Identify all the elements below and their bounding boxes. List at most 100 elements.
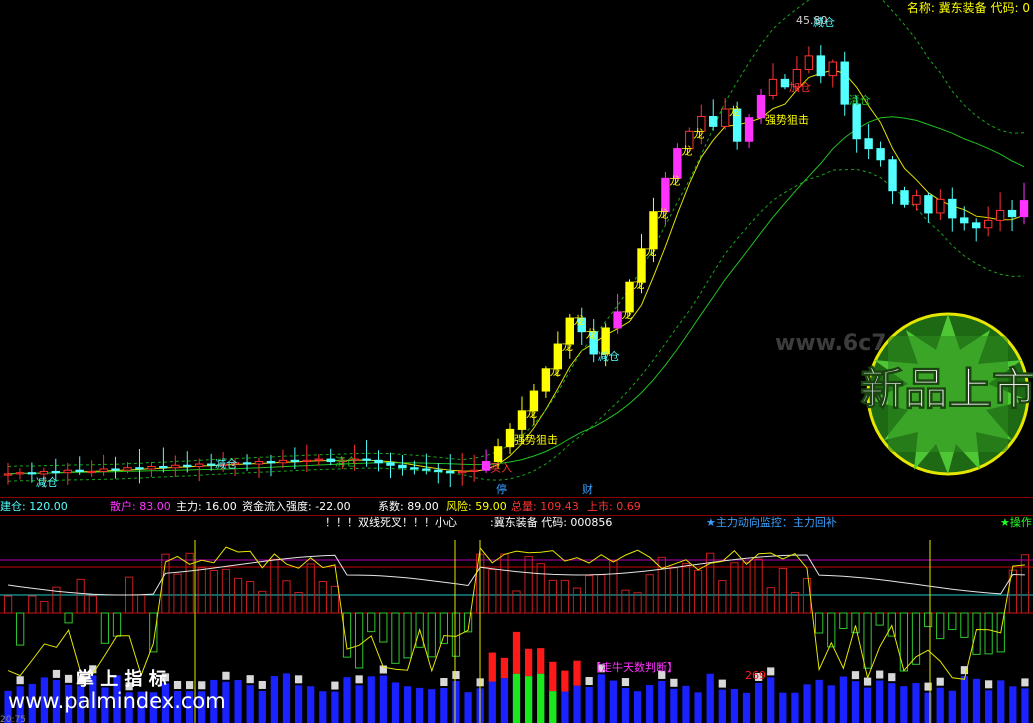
candle-body [876,148,885,161]
volume-bar [561,691,569,723]
volume-bar [815,679,823,723]
dragon-label: 龙 [550,365,561,378]
candle-body [493,446,503,463]
reference-lines [0,559,1033,614]
volume-bar [307,686,315,723]
warning-text: ！！！双线死叉！！！小心 [325,516,457,529]
oscillator-bar-up [802,578,812,614]
volume-bar [767,677,775,723]
candle-body [469,469,479,472]
volume-bar [888,683,896,723]
volume-cap [888,673,896,682]
candle-body [386,462,395,466]
volume-cap [331,681,339,690]
oscillator-bar-up [40,600,49,614]
candle-body [434,469,443,472]
volume-cap [16,676,24,685]
clear-label: 清仓 [849,93,871,107]
volume-bar [936,687,944,723]
volume-bar [646,685,654,723]
candlestick-chart: 龙龙龙龙龙龙龙龙龙龙龙龙龙强势狙击强势狙击买入减仓减仓 清仓减仓清仓加仓减仓停财 … [3,0,1033,496]
volume-bar [452,681,460,723]
volume-bar [670,688,678,723]
oscillator-bar-down [839,612,848,629]
indicator-title-row: ！！！双线死叉！！！小心 :冀东装备 代码: 000856 ★主力动向监控：主力… [0,515,1033,531]
volume-bar [924,692,932,723]
candle-body [888,159,897,192]
volume-bar [609,680,617,723]
candle-body [1007,209,1017,218]
volume-cap [246,675,254,684]
oscillator-bar-down [149,612,158,653]
reduce-label: 减仓 [36,475,58,489]
candle-body [948,198,957,219]
volume-bar [851,681,860,723]
sanhu-value: 散户: 83.00 [110,500,171,513]
candle-body [816,55,826,77]
candle-body [924,195,933,214]
volume-bar [234,679,242,723]
oscillator-bar-up [209,569,218,614]
dragon-label: 龙 [693,127,704,140]
volume-bar [294,685,303,723]
oscillator-bar-up [488,569,497,614]
judge-label: 【走牛天数判断】 [590,660,678,674]
candle-body [111,468,120,471]
volume-bar [754,682,763,723]
candle-body [410,467,419,470]
volume-bar [367,676,375,723]
volume-spike-bar [549,661,557,692]
volume-cap [186,681,194,690]
volume-bar [440,688,448,723]
candle-body [147,466,156,470]
oscillator-bar-up [730,562,739,614]
volume-spike-bar [500,657,509,679]
candle-body [254,461,264,465]
volume-bar [791,692,799,723]
volume-spike-bar [537,648,545,674]
volume-bar [948,690,956,723]
add-label: 加仓 [789,80,811,94]
volume-cap [936,677,944,686]
oscillator-bar-down [875,612,884,626]
candle-body [27,472,37,475]
candle-body [75,469,84,472]
candle-body [314,458,323,461]
candle-body [828,61,837,77]
volume-spike-bar [573,660,581,686]
volume-spike-bar [524,648,533,677]
oscillator-bar-up [282,580,291,614]
candle-body [744,117,754,142]
candle-body [159,466,168,469]
volume-cap [851,671,860,680]
candle-body [995,209,1005,221]
monitor-text: ★主力动向监控：主力回补 [706,516,837,529]
volume-bar [621,688,630,723]
stock-name-label: 名称: 冀东装备 代码: 0 [907,0,1030,15]
oscillator-bar-up [306,563,315,614]
oscillator-bar-up [609,560,618,614]
candle-body [804,55,814,70]
dragon-label: 龙 [574,314,585,327]
oscillator-bar-up [693,569,703,614]
candle-body [290,459,300,463]
candle-body [15,472,25,475]
volume-spike-bar [512,631,521,674]
candle-body [517,410,527,430]
candle-body [852,103,861,140]
dragon-label: 龙 [526,407,537,420]
volume-cap [294,675,303,684]
volume-spike-bar [561,670,569,692]
reduce-label: 减仓 [598,349,620,363]
buy-label: 买入 [490,462,512,475]
volume-cap [173,680,182,689]
volume-bar [379,675,387,723]
oscillator-bar-down [403,612,412,659]
oscillator-bar-up [28,595,37,614]
volume-bar [633,691,642,723]
dragon-label: 龙 [562,340,573,353]
volume-cap [876,670,884,679]
oscillator-bar-up [645,574,654,614]
oscillator-bar-down [427,612,436,658]
oscillator-bar-up [318,581,327,614]
